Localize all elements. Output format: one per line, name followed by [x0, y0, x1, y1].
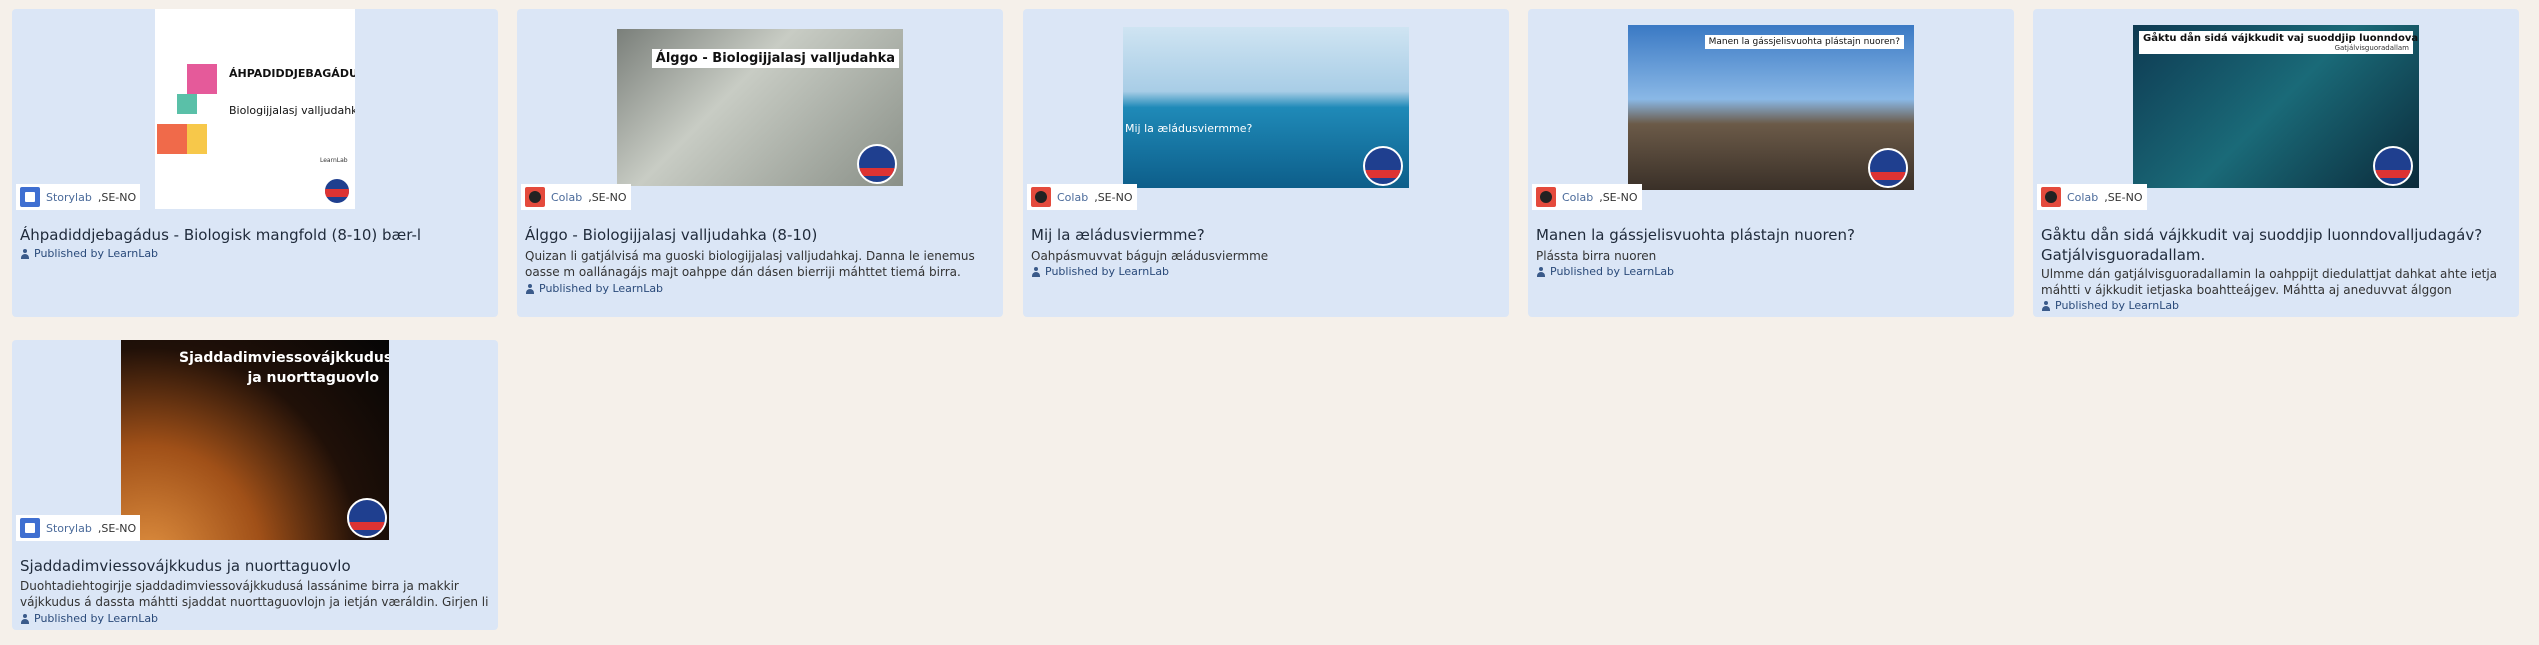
- thumbnail[interactable]: Mij la æládusviermme? Colab ,SE-NO: [1023, 9, 1509, 210]
- card-title[interactable]: Gåktu dån sidá vájkkudit vaj suoddjip lu…: [2041, 225, 2511, 265]
- user-icon: [20, 248, 30, 259]
- published-by: Published by LearnLab: [20, 612, 158, 625]
- card-description: Quizan li gatjálvisá ma guoski biologijj…: [525, 249, 975, 279]
- sami-flag-logo: [1363, 146, 1403, 186]
- storylab-icon: [20, 187, 40, 207]
- thumb-title-box: Álggo - Biologijjalasj valljudahka: [651, 49, 899, 68]
- language-label: ,SE-NO: [97, 521, 137, 535]
- published-label: Published by LearnLab: [1550, 265, 1675, 278]
- platform-badge: Colab ,SE-NO: [1532, 184, 1642, 210]
- card-3[interactable]: Mij la æládusviermme? Colab ,SE-NO Mij l…: [1023, 9, 1509, 317]
- language-label: ,SE-NO: [97, 190, 137, 204]
- card-description: Ulmme dán gatjálvisguoradallamin la oahp…: [2041, 267, 2497, 297]
- user-icon: [1031, 266, 1041, 277]
- thumb-title-box: Gåktu dån sidá vájkkudit vaj suoddjip lu…: [2139, 31, 2419, 54]
- platform-label: Colab: [1562, 190, 1594, 204]
- platform-badge: Colab ,SE-NO: [521, 184, 631, 210]
- sami-flag-logo: [857, 144, 897, 184]
- card-description: Duohtadiehtogirjje sjaddadimviessovájkku…: [20, 579, 489, 609]
- published-label: Published by LearnLab: [1045, 265, 1170, 278]
- card-title[interactable]: Sjaddadimviessovájkkudus ja nuorttaguovl…: [20, 556, 490, 576]
- thumb-title-box: Manen la gássjelisvuohta plástajn nuoren…: [1704, 35, 1904, 49]
- thumbnail[interactable]: Gåktu dån sidá vájkkudit vaj suoddjip lu…: [2033, 9, 2519, 210]
- language-label: ,SE-NO: [588, 190, 627, 204]
- platform-label: Storylab: [46, 190, 92, 204]
- storylab-icon: [20, 518, 40, 538]
- published-by: Published by LearnLab: [1536, 265, 1674, 278]
- thumbnail[interactable]: Álggo - Biologijjalasj valljudahka Colab…: [517, 9, 1003, 210]
- card-description: Plássta birra nuoren: [1536, 249, 1657, 263]
- thumbnail-image: Gåktu dån sidá vájkkudit vaj suoddjip lu…: [2133, 25, 2419, 188]
- card-6[interactable]: Sjaddadimviessovájkkudus ja nuorttaguovl…: [12, 340, 498, 630]
- language-label: ,SE-NO: [2104, 190, 2143, 204]
- sami-flag-logo: [347, 498, 387, 538]
- language-label: ,SE-NO: [1094, 190, 1133, 204]
- language-label: ,SE-NO: [1599, 190, 1638, 204]
- colab-icon: [1031, 187, 1051, 207]
- thumbnail-image: ÁHPADIDDJEBAGÁDUS Biologijjalasj valljud…: [155, 9, 355, 209]
- platform-badge: Storylab ,SE-NO: [16, 515, 141, 541]
- user-icon: [1536, 266, 1546, 277]
- published-by: Published by LearnLab: [20, 247, 158, 260]
- thumbnail-image: Manen la gássjelisvuohta plástajn nuoren…: [1628, 25, 1914, 190]
- card-title[interactable]: Álggo - Biologijjalasj valljudahka (8-10…: [525, 225, 995, 245]
- thumb-person-figures: [157, 64, 217, 154]
- thumb-heading: ÁHPADIDDJEBAGÁDUS: [229, 67, 355, 80]
- thumbnail-image: Sjaddadimviessovájkkudus ja nuorttaguovl…: [121, 340, 389, 540]
- thumb-overlay-text: Mij la æládusviermme?: [1125, 122, 1253, 135]
- published-label: Published by LearnLab: [34, 247, 159, 260]
- thumb-subtitle: Gatjálvisguoradallam: [2334, 44, 2409, 52]
- thumb-subheading: Biologijjalasj valljudahka: [229, 104, 355, 117]
- published-label: Published by LearnLab: [2055, 299, 2180, 312]
- colab-icon: [525, 187, 545, 207]
- platform-label: Colab: [2067, 190, 2099, 204]
- thumbnail[interactable]: Manen la gássjelisvuohta plástajn nuoren…: [1528, 9, 2014, 210]
- thumbnail-image: Mij la æládusviermme?: [1123, 27, 1409, 188]
- card-title[interactable]: Áhpadiddjebagádus - Biologisk mangfold (…: [20, 225, 490, 245]
- card-1[interactable]: ÁHPADIDDJEBAGÁDUS Biologijjalasj valljud…: [12, 9, 498, 317]
- thumb-title: Gåktu dån sidá vájkkudit vaj suoddjip lu…: [2143, 33, 2419, 44]
- card-description: Oahpásmuvvat bágujn æládusviermme: [1031, 249, 1269, 263]
- learnlab-logo: LearnLab: [320, 157, 348, 164]
- user-icon: [2041, 300, 2051, 311]
- published-label: Published by LearnLab: [539, 282, 664, 295]
- platform-label: Colab: [551, 190, 583, 204]
- thumb-overlay-text: Sjaddadimviessovájkkudus ja nuorttaguovl…: [179, 350, 389, 386]
- published-by: Published by LearnLab: [525, 282, 663, 295]
- sami-flag-logo: [2373, 146, 2413, 186]
- colab-icon: [1536, 187, 1556, 207]
- platform-label: Storylab: [46, 521, 92, 535]
- user-icon: [525, 283, 535, 294]
- user-icon: [20, 613, 30, 624]
- sami-flag-logo: [323, 177, 351, 205]
- platform-badge: Colab ,SE-NO: [2037, 184, 2147, 210]
- platform-badge: Storylab ,SE-NO: [16, 184, 141, 210]
- card-4[interactable]: Manen la gássjelisvuohta plástajn nuoren…: [1528, 9, 2014, 317]
- published-label: Published by LearnLab: [34, 612, 159, 625]
- thumbnail[interactable]: ÁHPADIDDJEBAGÁDUS Biologijjalasj valljud…: [12, 9, 498, 210]
- card-title[interactable]: Mij la æládusviermme?: [1031, 225, 1501, 245]
- card-title[interactable]: Manen la gássjelisvuohta plástajn nuoren…: [1536, 225, 2006, 245]
- thumbnail-image: Álggo - Biologijjalasj valljudahka: [617, 29, 903, 186]
- thumbnail[interactable]: Sjaddadimviessovájkkudus ja nuorttaguovl…: [12, 340, 498, 541]
- colab-icon: [2041, 187, 2061, 207]
- platform-label: Colab: [1057, 190, 1089, 204]
- card-5[interactable]: Gåktu dån sidá vájkkudit vaj suoddjip lu…: [2033, 9, 2519, 317]
- published-by: Published by LearnLab: [2041, 299, 2179, 312]
- platform-badge: Colab ,SE-NO: [1027, 184, 1137, 210]
- published-by: Published by LearnLab: [1031, 265, 1169, 278]
- card-2[interactable]: Álggo - Biologijjalasj valljudahka Colab…: [517, 9, 1003, 317]
- sami-flag-logo: [1868, 148, 1908, 188]
